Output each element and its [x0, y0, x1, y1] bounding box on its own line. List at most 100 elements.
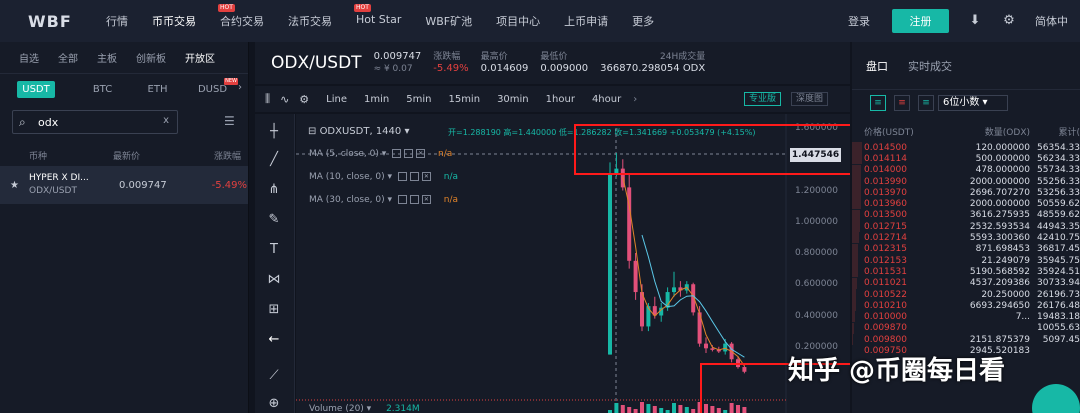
tab-orderbook[interactable]: 盘口: [866, 58, 888, 74]
market-tab[interactable]: 开放区: [185, 50, 215, 65]
coin-tab[interactable]: USDT: [17, 80, 55, 98]
col-change[interactable]: 涨跌幅: [183, 149, 241, 162]
eye-icon[interactable]: [397, 195, 407, 204]
market-tab[interactable]: 自选: [19, 50, 39, 65]
period-option[interactable]: Line: [326, 94, 347, 105]
y-tick-label: 1.200000: [795, 185, 838, 196]
eye-icon[interactable]: [397, 172, 407, 181]
trendline-icon[interactable]: ╱: [266, 152, 282, 168]
brush-icon[interactable]: ✎: [266, 212, 282, 228]
book-asks-icon[interactable]: ≡: [894, 95, 910, 111]
book-both-icon[interactable]: ≡: [870, 95, 886, 111]
star-icon[interactable]: ★: [10, 180, 22, 191]
crosshair-icon[interactable]: ┼: [266, 124, 282, 140]
coin-tab[interactable]: DUSD NEW: [185, 77, 240, 95]
ask-row[interactable]: 0.009800 2151.875379 5097.45: [852, 334, 1080, 346]
register-button[interactable]: 注册: [892, 9, 949, 33]
ask-row[interactable]: 0.012714 5593.300360 42410.75: [852, 232, 1080, 244]
logo[interactable]: WBF: [0, 12, 90, 31]
ask-total: 53256.33: [1037, 187, 1080, 198]
zoom-icon[interactable]: ⊕: [266, 396, 282, 412]
ask-row[interactable]: 0.012715 2532.593534 44943.35: [852, 221, 1080, 233]
ask-row[interactable]: 0.014114 500.000000 56234.33: [852, 153, 1080, 165]
book-bids-icon[interactable]: ≡: [918, 95, 934, 111]
nav-item[interactable]: 上币申请: [564, 13, 608, 29]
ask-row[interactable]: 0.011021 4537.209386 30733.94: [852, 277, 1080, 289]
coin-tab[interactable]: BTC: [75, 84, 130, 95]
period-option[interactable]: 15min: [448, 94, 480, 105]
nav-item[interactable]: 更多: [632, 13, 654, 29]
depth-chart-button[interactable]: 深度图: [791, 92, 829, 106]
ask-row[interactable]: 0.013990 2000.000000 55256.33: [852, 175, 1080, 187]
settings-mini-icon[interactable]: [409, 195, 419, 204]
tab-trades[interactable]: 实时成交: [908, 58, 952, 74]
precision-select[interactable]: 6位小数 ▾: [938, 95, 1008, 111]
ask-price: 0.012715: [864, 221, 907, 232]
ask-row[interactable]: 0.011531 5190.568592 35924.51: [852, 266, 1080, 278]
candle-type-icon[interactable]: ⫼: [265, 92, 270, 106]
ask-price: 0.013500: [864, 210, 907, 221]
close-mini-icon[interactable]: ✕: [421, 172, 431, 181]
search-input[interactable]: [38, 113, 158, 131]
nav-item[interactable]: 法币交易: [288, 13, 332, 29]
ask-row[interactable]: 0.014500 120.000000 56354.33: [852, 142, 1080, 153]
arrow-left-icon[interactable]: ←: [266, 332, 282, 348]
ask-row[interactable]: 0.012153 21.249079 35945.75: [852, 254, 1080, 266]
ask-row[interactable]: 0.010000 7... 19483.18: [852, 311, 1080, 323]
fork-icon[interactable]: ⋔: [266, 182, 282, 198]
ask-amount: 5190.568592: [969, 266, 1030, 277]
nav-item[interactable]: WBF矿池: [425, 13, 472, 29]
ask-row[interactable]: 0.013500 3616.275935 48559.62: [852, 209, 1080, 221]
col-coin[interactable]: 币种: [0, 149, 113, 162]
period-option[interactable]: 1hour: [546, 94, 575, 105]
period-option[interactable]: 1min: [364, 94, 389, 105]
ask-row[interactable]: 0.009870 10055.63: [852, 322, 1080, 334]
ask-row[interactable]: 0.012315 871.698453 36817.45: [852, 243, 1080, 255]
ask-row[interactable]: 0.013970 2696.707270 53256.33: [852, 187, 1080, 199]
language-select[interactable]: 简体中: [1035, 13, 1080, 29]
settings-mini-icon[interactable]: [409, 172, 419, 181]
nav-item[interactable]: 币币交易: [152, 13, 196, 29]
period-option[interactable]: 4hour: [592, 94, 621, 105]
text-icon[interactable]: T: [266, 242, 282, 258]
nav-item[interactable]: Hot Star HOT: [354, 4, 401, 29]
price-chart[interactable]: ⊟ ODXUSDT, 1440 ▾ 开=1.288190 高=1.440000 …: [296, 114, 850, 413]
ask-row[interactable]: 0.010210 6693.294650 26176.48: [852, 300, 1080, 312]
market-tab[interactable]: 创新板: [136, 50, 166, 65]
col-price[interactable]: 最新价: [113, 149, 183, 162]
ma5-label: MA (5, close, 0): [309, 149, 379, 159]
nav-item[interactable]: 行情: [106, 13, 128, 29]
pro-view-button[interactable]: 专业版: [744, 92, 782, 106]
drawing-toolbar: ┼ ╱ ⋔ ✎ T ⋈ ⊞ ← ⟋ ⊕: [255, 114, 295, 413]
hot-badge: HOT: [218, 4, 235, 12]
sort-icon[interactable]: ☰: [224, 114, 235, 128]
ask-row[interactable]: 0.014000 478.000000 55734.33: [852, 164, 1080, 176]
market-tab[interactable]: 主板: [97, 50, 117, 65]
ask-row[interactable]: 0.013960 2000.000000 50559.62: [852, 198, 1080, 210]
ask-row[interactable]: 0.010522 20.250000 26196.73: [852, 288, 1080, 300]
period-option[interactable]: 30min: [497, 94, 529, 105]
clear-icon[interactable]: x: [163, 115, 169, 126]
period-option[interactable]: 5min: [406, 94, 431, 105]
ruler-icon[interactable]: ⟋: [266, 368, 282, 384]
coin-tab[interactable]: ETH: [130, 84, 185, 95]
gear-icon[interactable]: ⚙: [1001, 13, 1017, 29]
collapse-icon[interactable]: ⊟: [308, 126, 320, 137]
market-tab[interactable]: 全部: [58, 50, 78, 65]
volume-bar: [678, 405, 683, 413]
measure-icon[interactable]: ⊞: [266, 302, 282, 318]
chart-settings-icon[interactable]: ⚙: [299, 93, 309, 106]
download-icon[interactable]: ⬇: [967, 13, 983, 29]
close-mini-icon[interactable]: ✕: [416, 149, 426, 158]
market-row[interactable]: ★ HYPER X DI... ODX/USDT 0.009747 -5.49%: [0, 166, 248, 204]
eye-icon[interactable]: [392, 149, 402, 158]
nav-item[interactable]: 项目中心: [496, 13, 540, 29]
chevron-right-icon[interactable]: ›: [238, 82, 242, 93]
chevron-right-icon[interactable]: ›: [633, 94, 637, 105]
settings-mini-icon[interactable]: [404, 149, 414, 158]
nav-item[interactable]: 合约交易 HOT: [218, 4, 264, 29]
pattern-icon[interactable]: ⋈: [266, 272, 282, 288]
indicator-icon[interactable]: ∿: [280, 93, 289, 106]
close-mini-icon[interactable]: ✕: [421, 195, 431, 204]
login-link[interactable]: 登录: [848, 13, 870, 29]
